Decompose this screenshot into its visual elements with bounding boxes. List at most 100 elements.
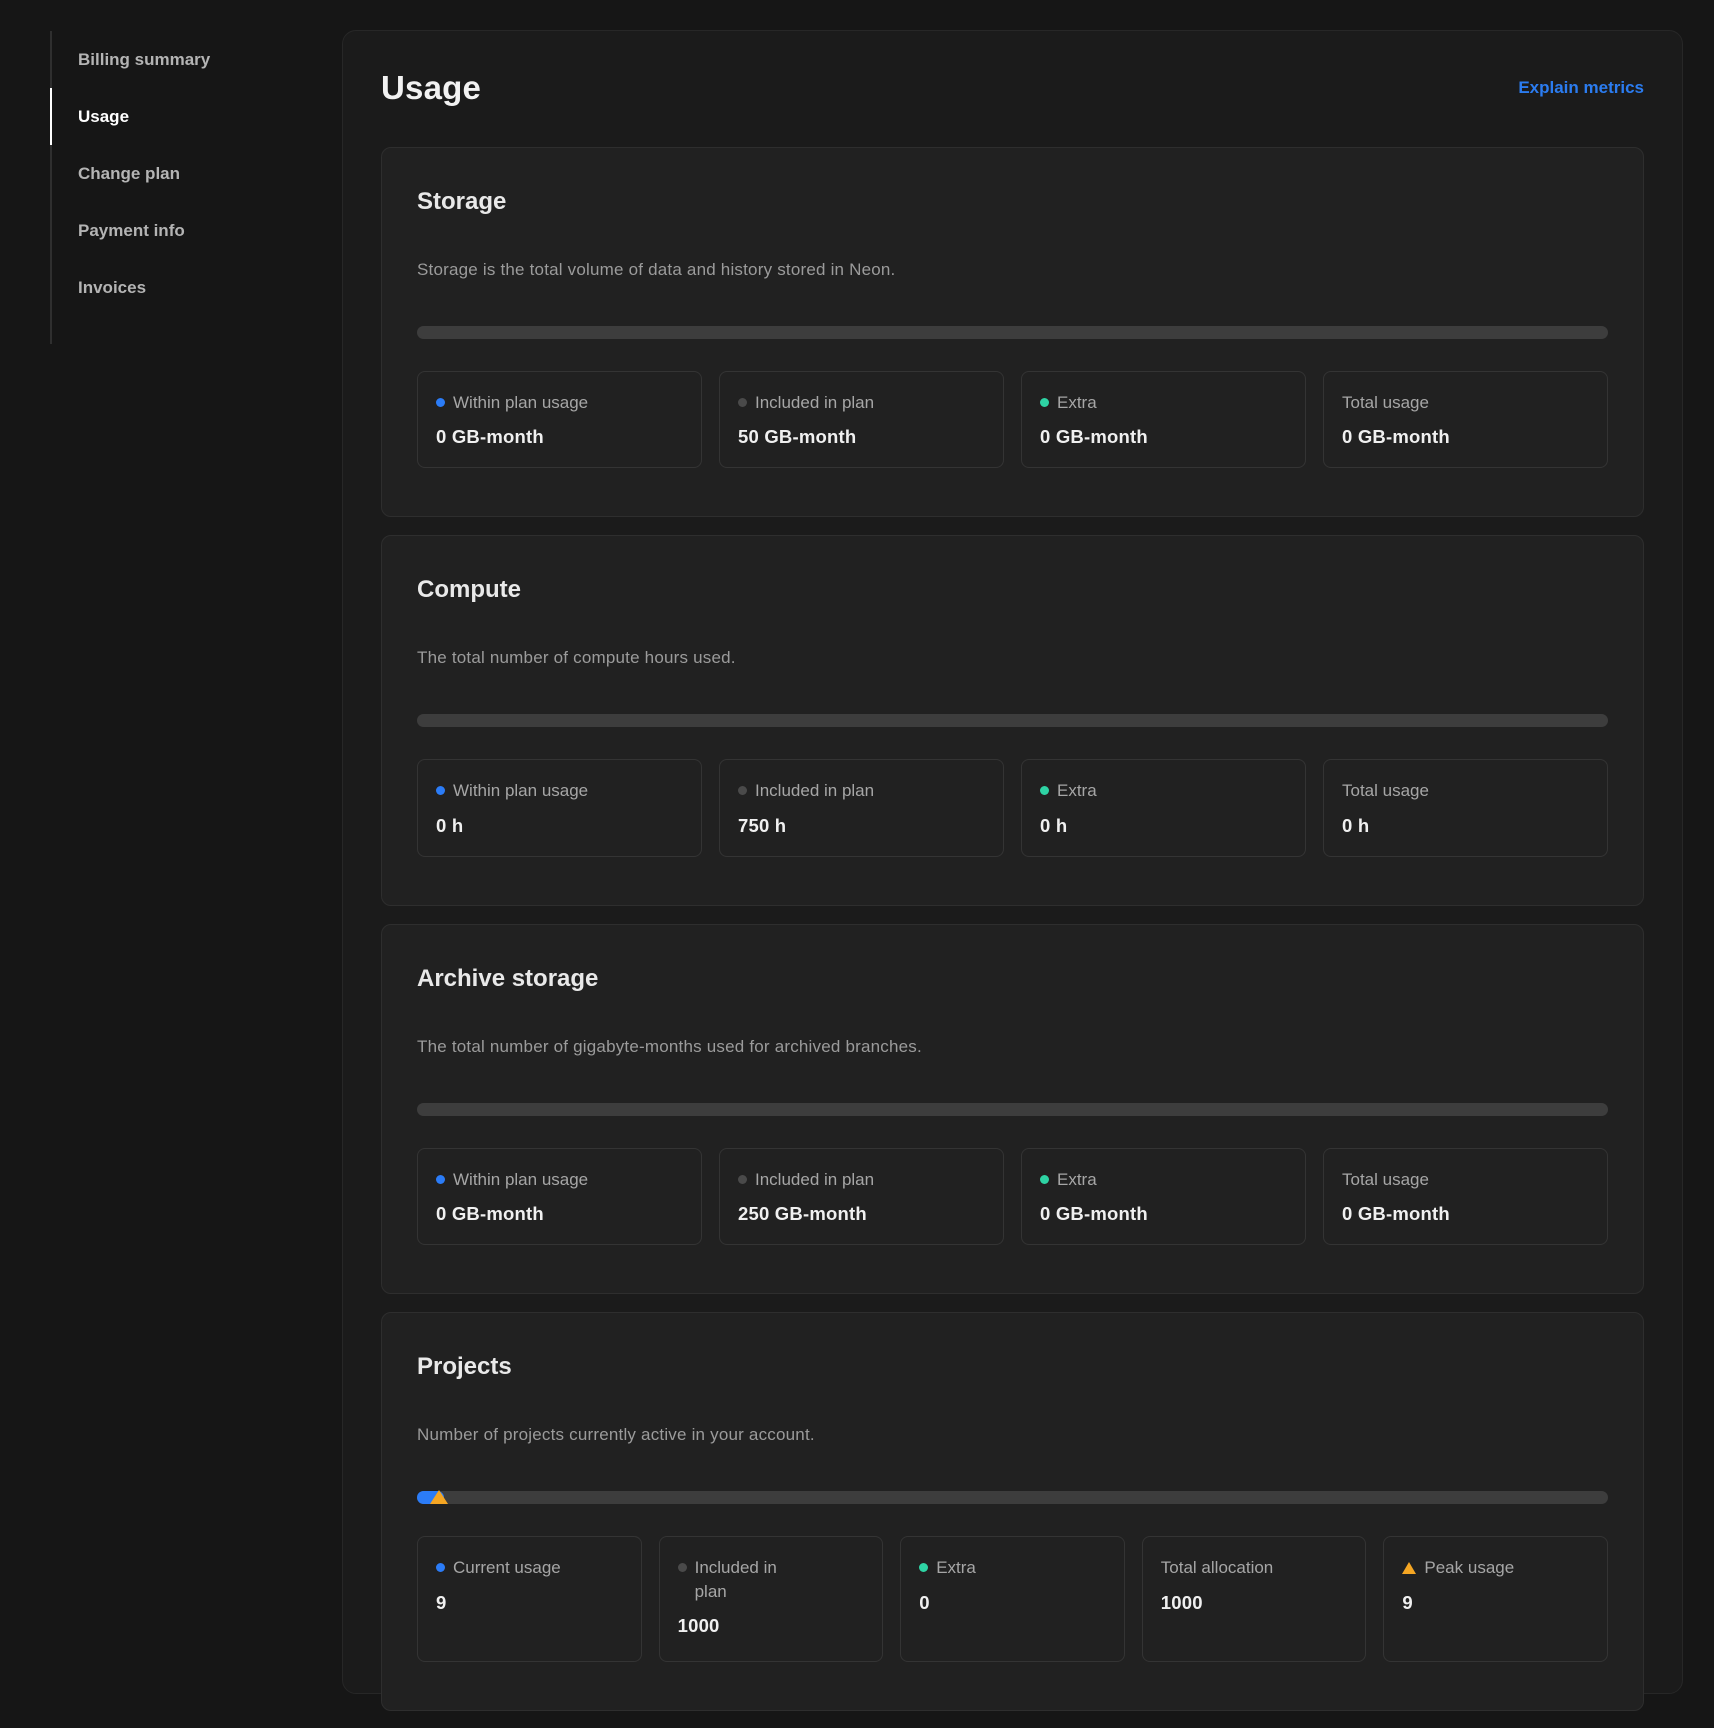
projects-stat-cards: Current usage 9 Included in plan 1000 Ex… [417,1536,1608,1662]
archive-storage-progress-bar [417,1103,1608,1116]
stat-card-value: 50 GB-month [738,426,985,448]
peak-usage-triangle-icon [1402,1562,1416,1574]
stat-card-label: Within plan usage [436,779,683,802]
stat-card-label: Within plan usage [436,391,683,414]
stat-card: Extra 0 h [1021,759,1306,856]
stat-card-value: 0 GB-month [1040,426,1287,448]
stat-card: Peak usage 9 [1383,1536,1608,1662]
stat-card: Extra 0 [900,1536,1125,1662]
projects-section: Projects Number of projects currently ac… [381,1312,1644,1711]
stat-card-value: 0 h [1342,815,1589,837]
stat-card-value: 0 GB-month [436,426,683,448]
included-plan-dot-icon [678,1563,687,1572]
storage-section-description: Storage is the total volume of data and … [417,260,1608,280]
stat-card-value: 0 h [436,815,683,837]
archive-storage-section: Archive storage The total number of giga… [381,924,1644,1294]
stat-card: Extra 0 GB-month [1021,1148,1306,1245]
peak-usage-marker-icon [430,1490,448,1504]
stat-card-label: Extra [1040,391,1287,414]
stat-card-label-text: Peak usage [1424,1556,1514,1579]
storage-stat-cards: Within plan usage 0 GB-month Included in… [417,371,1608,468]
sidebar-item-billing-summary[interactable]: Billing summary [50,31,342,88]
within-plan-dot-icon [436,398,445,407]
billing-nav: Billing summary Usage Change plan Paymen… [50,31,342,344]
projects-section-description: Number of projects currently active in y… [417,1425,1608,1445]
stat-card: Current usage 9 [417,1536,642,1662]
stat-card-label: Included in plan [738,779,985,802]
compute-section-description: The total number of compute hours used. [417,648,1608,668]
stat-card-value: 0 GB-month [1342,426,1589,448]
stat-card-label-text: Included in plan [695,1556,807,1603]
archive-storage-section-description: The total number of gigabyte-months used… [417,1037,1608,1057]
storage-progress-bar [417,326,1608,339]
within-plan-dot-icon [436,786,445,795]
stat-card-value: 1000 [1161,1592,1348,1614]
stat-card-label-text: Total usage [1342,391,1429,414]
stat-card-label-text: Included in plan [755,779,874,802]
stat-card-value: 0 GB-month [1040,1203,1287,1225]
stat-card-value: 750 h [738,815,985,837]
stat-card-value: 0 GB-month [1342,1203,1589,1225]
compute-stat-cards: Within plan usage 0 h Included in plan 7… [417,759,1608,856]
stat-card-label: Extra [919,1556,1106,1579]
stat-card: Included in plan 50 GB-month [719,371,1004,468]
extra-dot-icon [919,1563,928,1572]
stat-card-value: 9 [1402,1592,1589,1614]
stat-card: Included in plan 1000 [659,1536,884,1662]
stat-card: Total usage 0 h [1323,759,1608,856]
stat-card-label: Extra [1040,779,1287,802]
usage-panel: Usage Explain metrics Storage Storage is… [342,30,1683,1694]
stat-card-label: Current usage [436,1556,623,1579]
compute-section: Compute The total number of compute hour… [381,535,1644,905]
sidebar-item-payment-info[interactable]: Payment info [50,202,342,259]
stat-card-label: Within plan usage [436,1168,683,1191]
stat-card-value: 0 [919,1592,1106,1614]
archive-storage-stat-cards: Within plan usage 0 GB-month Included in… [417,1148,1608,1245]
stat-card-label: Total usage [1342,391,1589,414]
stat-card-value: 250 GB-month [738,1203,985,1225]
extra-dot-icon [1040,1175,1049,1184]
stat-card-label-text: Within plan usage [453,779,588,802]
stat-card-value: 9 [436,1592,623,1614]
stat-card-label-text: Total usage [1342,1168,1429,1191]
stat-card-label-text: Included in plan [755,1168,874,1191]
stat-card-label: Included in plan [738,391,985,414]
stat-card: Included in plan 750 h [719,759,1004,856]
included-plan-dot-icon [738,1175,747,1184]
current-usage-dot-icon [436,1563,445,1572]
compute-progress-bar [417,714,1608,727]
sidebar-item-usage[interactable]: Usage [50,88,342,145]
stat-card-label-text: Within plan usage [453,1168,588,1191]
stat-card: Within plan usage 0 GB-month [417,1148,702,1245]
stat-card: Total usage 0 GB-month [1323,1148,1608,1245]
explain-metrics-link[interactable]: Explain metrics [1518,78,1644,98]
stat-card-label-text: Extra [936,1556,976,1579]
stat-card-label: Included in plan [738,1168,985,1191]
stat-card-label: Total usage [1342,779,1589,802]
stat-card-label-text: Total allocation [1161,1556,1273,1579]
stat-card: Within plan usage 0 GB-month [417,371,702,468]
projects-section-title: Projects [417,1353,1608,1381]
stat-card: Total usage 0 GB-month [1323,371,1608,468]
stat-card-label-text: Extra [1057,1168,1097,1191]
stat-card-value: 0 h [1040,815,1287,837]
extra-dot-icon [1040,786,1049,795]
sidebar-item-change-plan[interactable]: Change plan [50,145,342,202]
included-plan-dot-icon [738,398,747,407]
projects-progress-bar [417,1491,1608,1504]
stat-card-label: Extra [1040,1168,1287,1191]
stat-card-label: Total usage [1342,1168,1589,1191]
stat-card: Included in plan 250 GB-month [719,1148,1004,1245]
storage-section-title: Storage [417,188,1608,216]
stat-card-label: Peak usage [1402,1556,1589,1579]
page-title: Usage [381,69,481,107]
stat-card-label-text: Total usage [1342,779,1429,802]
stat-card-label: Total allocation [1161,1556,1348,1579]
sidebar-item-invoices[interactable]: Invoices [50,259,342,316]
extra-dot-icon [1040,398,1049,407]
stat-card-label: Included in plan [678,1556,865,1603]
stat-card-label-text: Extra [1057,779,1097,802]
stat-card-label-text: Within plan usage [453,391,588,414]
stat-card-value: 1000 [678,1615,865,1637]
billing-sidebar: Billing summary Usage Change plan Paymen… [0,0,342,344]
